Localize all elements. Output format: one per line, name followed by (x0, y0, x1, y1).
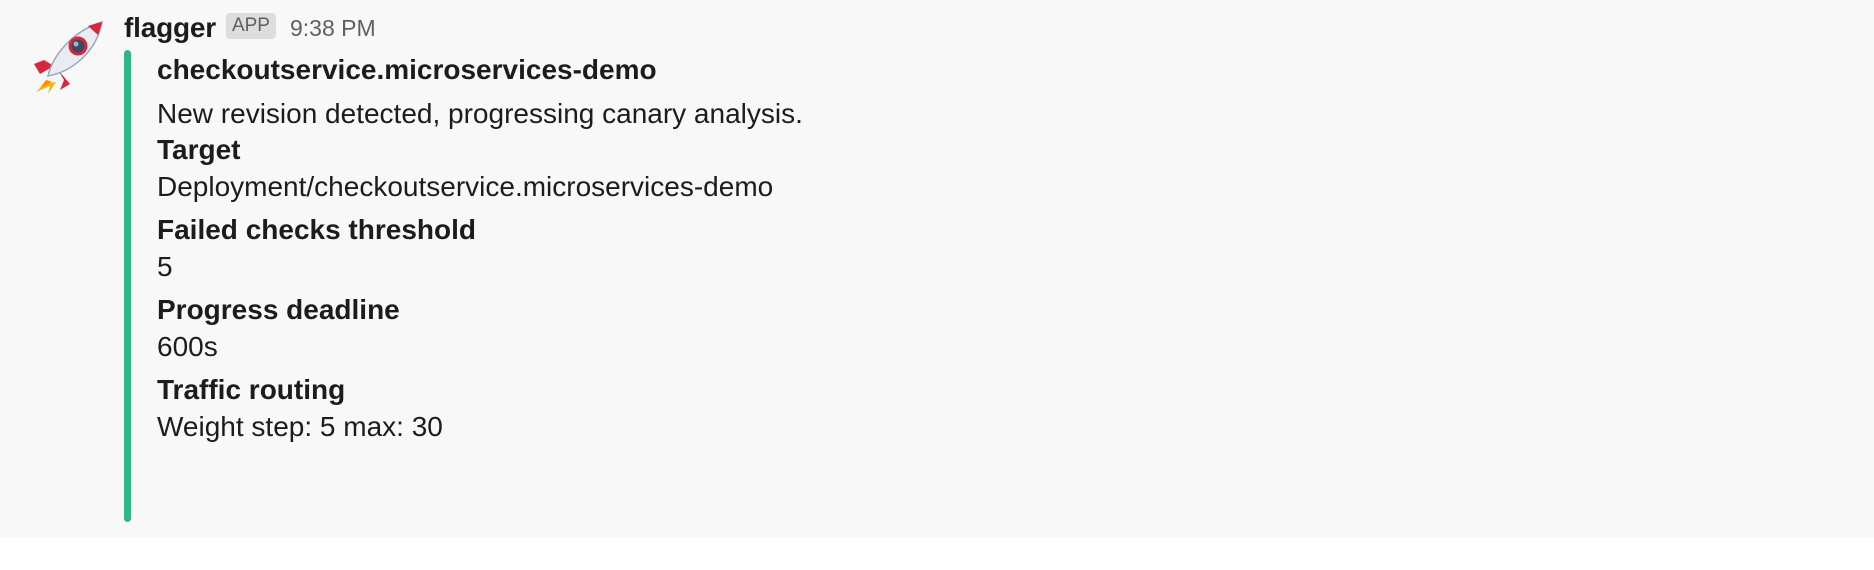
message-header: flagger APP 9:38 PM (124, 10, 376, 46)
field-title-traffic-routing: Traffic routing (157, 374, 346, 405)
app-badge: APP (225, 13, 276, 39)
attachment-title: checkoutservice.microservices-demo (157, 54, 657, 85)
attachment-text: New revision detected, progressing canar… (157, 98, 803, 129)
sender-name[interactable]: flagger (124, 12, 216, 44)
attachment-color-bar (124, 50, 131, 522)
field-value-progress-deadline: 600s (157, 331, 218, 362)
field-title-progress-deadline: Progress deadline (157, 294, 400, 325)
field-title-failed-checks: Failed checks threshold (157, 214, 476, 245)
avatar[interactable] (30, 14, 110, 94)
message: flagger APP 9:38 PM checkoutservice.micr… (0, 0, 1874, 537)
field-value-failed-checks: 5 (157, 251, 173, 282)
field-value-traffic-routing: Weight step: 5 max: 30 (157, 411, 443, 442)
timestamp[interactable]: 9:38 PM (290, 15, 376, 42)
field-title-target: Target (157, 134, 241, 165)
field-value-target: Deployment/checkoutservice.microservices… (157, 171, 774, 202)
rocket-icon (34, 20, 103, 94)
